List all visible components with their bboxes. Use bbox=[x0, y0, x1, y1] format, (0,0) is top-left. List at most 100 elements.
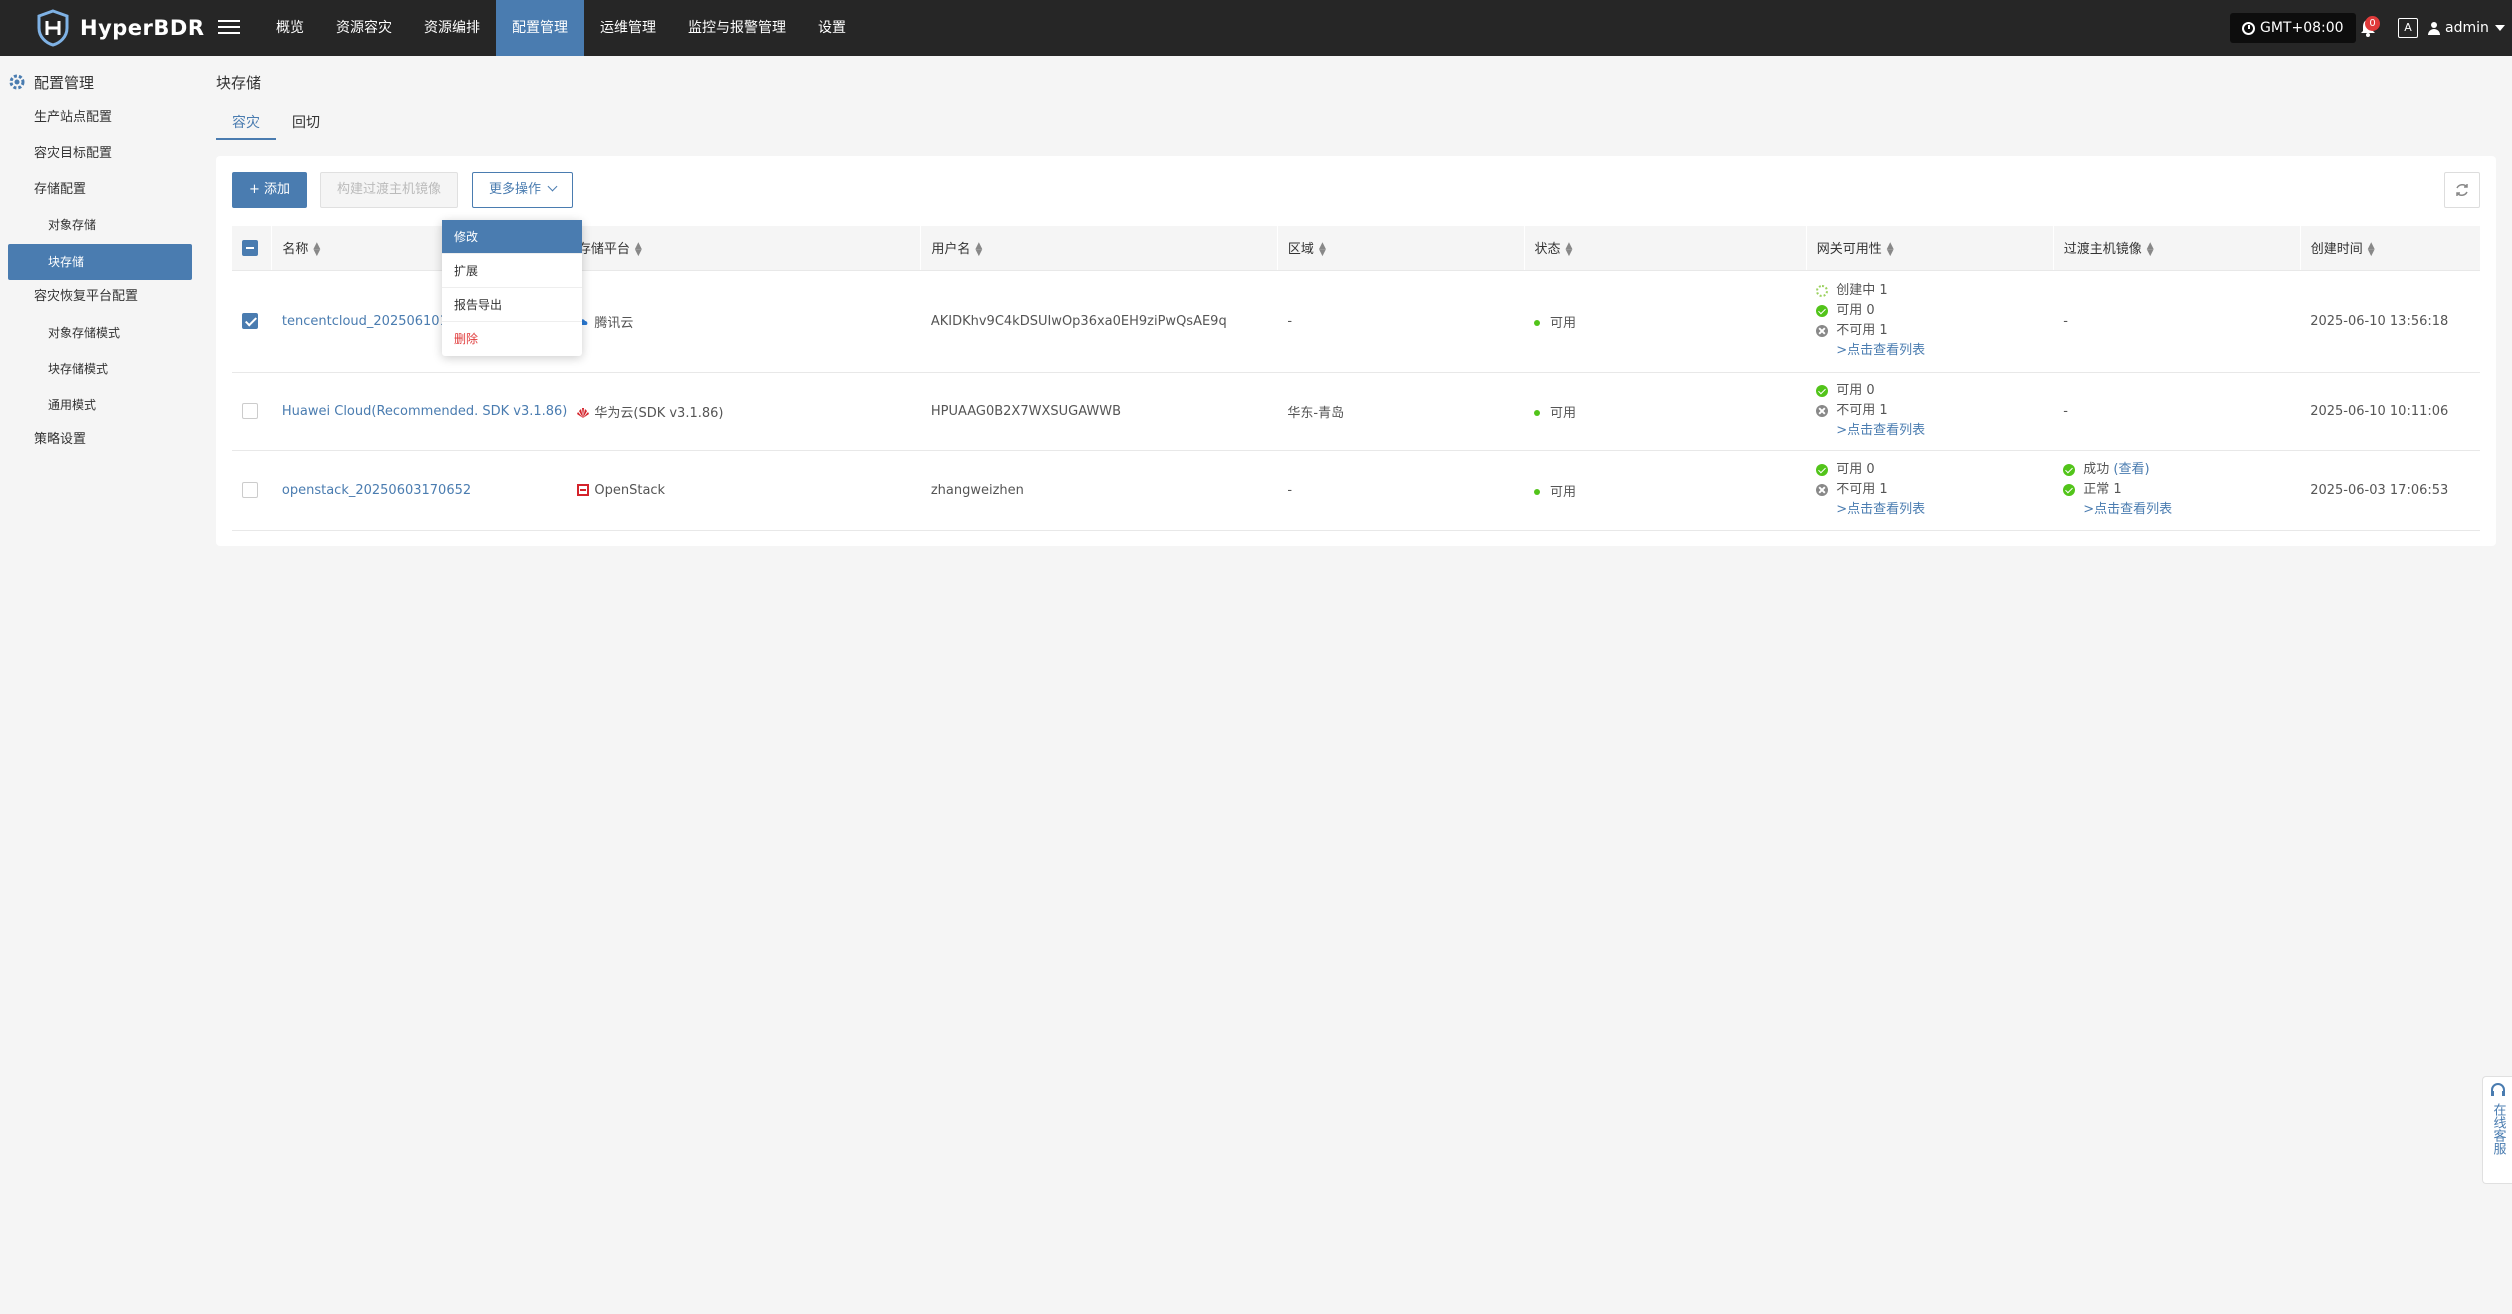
sidebar-item-dr-platform[interactable]: 容灾恢复平台配置 bbox=[34, 285, 138, 309]
gateway-list-link[interactable]: >点击查看列表 bbox=[1836, 500, 1925, 520]
loading-icon bbox=[1816, 285, 1829, 297]
image-view-link[interactable]: (查看) bbox=[2113, 460, 2149, 480]
row-select-cell bbox=[232, 372, 272, 451]
notification-badge: 0 bbox=[2365, 16, 2380, 31]
gateway-cell: 可用 0 不可用 1 >点击查看列表 bbox=[1806, 372, 2054, 451]
more-actions-button[interactable]: 更多操作 bbox=[472, 172, 574, 208]
created-cell: 2025-06-10 13:56:18 bbox=[2300, 270, 2480, 373]
row-checkbox[interactable] bbox=[242, 313, 258, 329]
col-gateway-label: 网关可用性 bbox=[1816, 242, 1882, 258]
headset-icon bbox=[2490, 1083, 2505, 1096]
name-cell: openstack_20250603170652 bbox=[271, 450, 568, 531]
sidebar-item-general-mode[interactable]: 通用模式 bbox=[48, 393, 96, 417]
row-select-cell bbox=[232, 450, 272, 531]
nav-monitoring[interactable]: 监控与报警管理 bbox=[672, 0, 802, 56]
close-circle-icon bbox=[1816, 405, 1829, 417]
sort-icon[interactable]: ▲ ▼ bbox=[635, 241, 642, 257]
check-circle-icon bbox=[2063, 464, 2076, 476]
nav-orchestration[interactable]: 资源编排 bbox=[408, 0, 496, 56]
sidebar-section-config[interactable]: 配置管理 bbox=[8, 70, 94, 94]
menu-item-expand[interactable]: 扩展 bbox=[442, 254, 582, 288]
platform-cell: 腾讯云 bbox=[567, 270, 921, 373]
menu-item-delete[interactable]: 删除 bbox=[442, 322, 582, 356]
sort-icon[interactable]: ▲ ▼ bbox=[975, 241, 982, 257]
platform-name: 腾讯云 bbox=[594, 315, 634, 331]
nav-config[interactable]: 配置管理 bbox=[496, 0, 584, 56]
table-row[interactable]: openstack_20250603170652 OpenStack zhang… bbox=[232, 450, 2480, 531]
menu-icon[interactable] bbox=[218, 16, 240, 38]
status-dot-icon bbox=[1534, 410, 1541, 416]
col-gateway[interactable]: 网关可用性 ▲ ▼ bbox=[1805, 226, 2054, 271]
tab-dr[interactable]: 容灾 bbox=[216, 108, 276, 140]
tab-failback[interactable]: 回切 bbox=[276, 108, 336, 140]
gateway-list-link[interactable]: >点击查看列表 bbox=[1836, 341, 1925, 361]
sort-icon[interactable]: ▲ ▼ bbox=[1887, 241, 1894, 257]
col-region[interactable]: 区域 ▲ ▼ bbox=[1276, 226, 1525, 271]
chevron-down-icon bbox=[547, 181, 558, 192]
sort-icon[interactable]: ▲ ▼ bbox=[2368, 241, 2375, 257]
col-image[interactable]: 过渡主机镜像 ▲ ▼ bbox=[2052, 226, 2301, 271]
check-circle-icon bbox=[1816, 464, 1829, 476]
image-normal: 正常 1 bbox=[2063, 480, 2300, 500]
online-service-button[interactable]: 在线客服 bbox=[2482, 1076, 2512, 1184]
user-icon bbox=[2428, 22, 2440, 35]
gear-icon bbox=[9, 74, 25, 90]
nav-overview[interactable]: 概览 bbox=[260, 0, 320, 56]
status-dot-icon bbox=[1534, 320, 1541, 326]
platform-cell: OpenStack bbox=[567, 450, 921, 531]
more-actions-menu: 修改 扩展 报告导出 删除 bbox=[442, 220, 582, 356]
sort-icon[interactable]: ▲ ▼ bbox=[1319, 241, 1326, 257]
sidebar-item-object-storage-mode[interactable]: 对象存储模式 bbox=[48, 321, 120, 345]
storage-name-link[interactable]: Huawei Cloud(Recommended. SDK v3.1.86) bbox=[282, 404, 567, 419]
close-circle-icon bbox=[1816, 325, 1829, 337]
select-all-checkbox[interactable] bbox=[242, 239, 258, 256]
gateway-available-text: 可用 0 bbox=[1836, 303, 1875, 318]
sort-icon[interactable]: ▲ ▼ bbox=[1566, 241, 1573, 257]
col-username-label: 用户名 bbox=[931, 242, 971, 258]
col-platform[interactable]: 存储平台 ▲ ▼ bbox=[566, 226, 921, 271]
status-text: 可用 bbox=[1550, 315, 1577, 331]
sidebar-item-production-site[interactable]: 生产站点配置 bbox=[34, 106, 112, 130]
row-checkbox[interactable] bbox=[242, 403, 258, 419]
add-button[interactable]: + 添加 bbox=[232, 172, 308, 208]
gateway-list-link-row: >点击查看列表 bbox=[1816, 341, 2053, 361]
col-username[interactable]: 用户名 ▲ ▼ bbox=[920, 226, 1278, 271]
timezone-button[interactable]: GMT+08:00 bbox=[2230, 13, 2356, 43]
gateway-list-link-row: >点击查看列表 bbox=[1816, 421, 2053, 441]
sidebar-item-policy[interactable]: 策略设置 bbox=[34, 428, 86, 452]
sort-icon[interactable]: ▲ ▼ bbox=[2147, 241, 2154, 257]
sidebar-item-block-storage-mode[interactable]: 块存储模式 bbox=[48, 357, 108, 381]
image-cell: - bbox=[2053, 270, 2301, 373]
gateway-available-text: 可用 0 bbox=[1836, 383, 1875, 398]
col-image-label: 过渡主机镜像 bbox=[2063, 242, 2142, 258]
table-row[interactable]: Huawei Cloud(Recommended. SDK v3.1.86) 华… bbox=[232, 372, 2480, 451]
col-name-label: 名称 bbox=[282, 242, 309, 258]
online-service-label: 在线客服 bbox=[2490, 1103, 2506, 1155]
created-cell: 2025-06-10 10:11:06 bbox=[2300, 372, 2480, 451]
language-icon[interactable]: A bbox=[2398, 18, 2418, 38]
user-menu[interactable]: admin bbox=[2428, 0, 2505, 56]
menu-item-edit[interactable]: 修改 bbox=[442, 220, 582, 254]
brand-logo[interactable]: HyperBDR bbox=[36, 8, 205, 48]
sidebar-item-block-storage[interactable]: 块存储 bbox=[8, 244, 192, 280]
sidebar-item-object-storage[interactable]: 对象存储 bbox=[48, 213, 96, 237]
sort-icon[interactable]: ▲ ▼ bbox=[313, 241, 320, 257]
image-list-link[interactable]: >点击查看列表 bbox=[2083, 500, 2172, 520]
nav-operations[interactable]: 运维管理 bbox=[584, 0, 672, 56]
row-checkbox[interactable] bbox=[242, 482, 258, 498]
storage-name-link[interactable]: tencentcloud_2025061013 bbox=[282, 314, 456, 329]
nav-resource-dr[interactable]: 资源容灾 bbox=[320, 0, 408, 56]
storage-name-link[interactable]: openstack_20250603170652 bbox=[282, 483, 471, 498]
build-image-button[interactable]: 构建过渡主机镜像 bbox=[320, 172, 459, 208]
col-status[interactable]: 状态 ▲ ▼ bbox=[1523, 226, 1807, 271]
gateway-list-link[interactable]: >点击查看列表 bbox=[1836, 421, 1925, 441]
nav-settings[interactable]: 设置 bbox=[802, 0, 862, 56]
sidebar-item-storage-config[interactable]: 存储配置 bbox=[34, 178, 86, 202]
check-circle-icon bbox=[2063, 484, 2076, 496]
col-platform-label: 存储平台 bbox=[577, 242, 630, 258]
menu-item-export[interactable]: 报告导出 bbox=[442, 288, 582, 322]
sidebar-item-dr-target[interactable]: 容灾目标配置 bbox=[34, 142, 112, 166]
image-list-link-row: >点击查看列表 bbox=[2063, 500, 2300, 520]
refresh-button[interactable] bbox=[2444, 172, 2480, 208]
col-created[interactable]: 创建时间 ▲ ▼ bbox=[2299, 226, 2480, 271]
